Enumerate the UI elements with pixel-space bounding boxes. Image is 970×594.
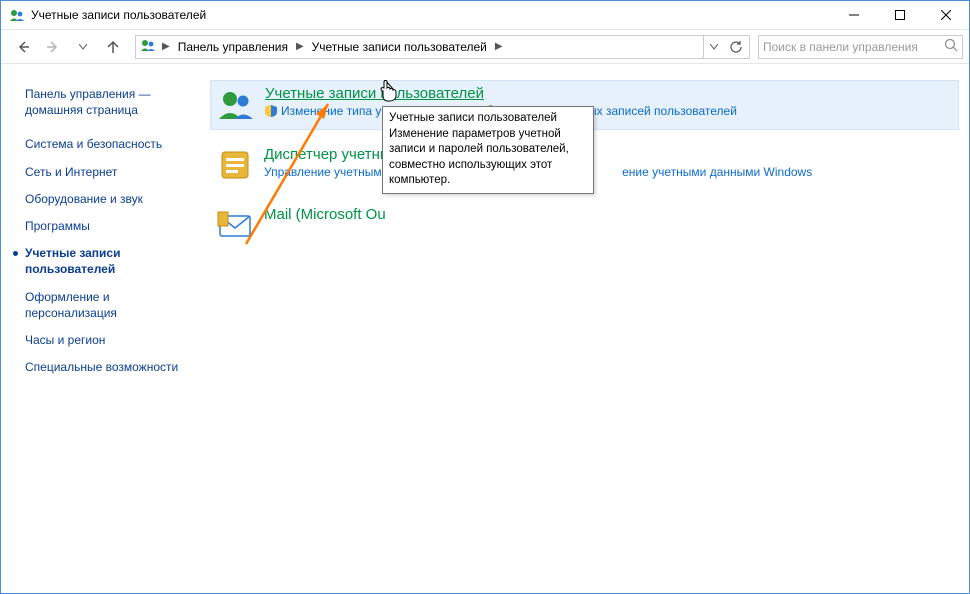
maximize-button[interactable] xyxy=(877,1,923,29)
tooltip-body: Изменение параметров учетной записи и па… xyxy=(389,127,587,189)
category-title[interactable]: Учетные записи пользователей xyxy=(265,85,952,102)
breadcrumb-control-panel[interactable]: Панель управления xyxy=(176,40,290,54)
sidebar-item-programs[interactable]: Программы xyxy=(25,218,196,234)
user-accounts-large-icon xyxy=(217,85,255,123)
back-button[interactable] xyxy=(9,33,37,61)
refresh-button[interactable] xyxy=(723,36,749,58)
category-title[interactable]: Диспетчер учетнь xyxy=(264,146,953,163)
content: Учетные записи пользователей Изменение т… xyxy=(206,64,969,593)
window: Учетные записи пользователей xyxy=(0,0,970,594)
sidebar-item-clock[interactable]: Часы и регион xyxy=(25,332,196,348)
history-dropdown[interactable] xyxy=(69,33,97,61)
sidebar-item-network[interactable]: Сеть и Интернет xyxy=(25,164,196,180)
sidebar-item-accounts[interactable]: Учетные записи пользователей xyxy=(13,245,196,277)
forward-button[interactable] xyxy=(39,33,67,61)
tooltip: Учетные записи пользователей Изменение п… xyxy=(382,106,594,194)
navbar: ▶ Панель управления ▶ Учетные записи пол… xyxy=(1,30,969,64)
address-bar[interactable]: ▶ Панель управления ▶ Учетные записи пол… xyxy=(135,35,750,59)
window-controls xyxy=(831,1,969,29)
sidebar-item-hardware[interactable]: Оборудование и звук xyxy=(25,191,196,207)
sidebar-active-label: Учетные записи пользователей xyxy=(25,245,196,277)
sidebar-item-system[interactable]: Система и безопасность xyxy=(25,136,196,152)
address-icon xyxy=(140,37,156,56)
body: Панель управления — домашняя страница Си… xyxy=(1,64,969,593)
category-title[interactable]: Mail (Microsoft Ou xyxy=(264,206,953,223)
sidebar-home-link[interactable]: Панель управления — домашняя страница xyxy=(25,86,196,118)
minimize-button[interactable] xyxy=(831,1,877,29)
close-button[interactable] xyxy=(923,1,969,29)
window-title: Учетные записи пользователей xyxy=(31,8,831,22)
titlebar: Учетные записи пользователей xyxy=(1,1,969,30)
sublink-label: ение учетными данными Windows xyxy=(622,165,812,179)
shield-icon xyxy=(265,105,277,117)
bullet-icon xyxy=(13,251,18,256)
search-icon xyxy=(944,38,958,55)
sidebar-item-accessibility[interactable]: Специальные возможности xyxy=(25,359,196,375)
mail-icon xyxy=(216,206,254,244)
chevron-right-icon[interactable]: ▶ xyxy=(294,41,306,52)
user-accounts-icon xyxy=(9,7,25,23)
search-input[interactable] xyxy=(763,40,940,54)
chevron-right-icon[interactable]: ▶ xyxy=(493,41,505,52)
tooltip-title: Учетные записи пользователей xyxy=(389,111,587,127)
sidebar: Панель управления — домашняя страница Си… xyxy=(1,64,206,593)
up-button[interactable] xyxy=(99,33,127,61)
sidebar-item-appearance[interactable]: Оформление и персонализация xyxy=(25,289,196,321)
breadcrumb-user-accounts[interactable]: Учетные записи пользователей xyxy=(310,40,489,54)
chevron-right-icon[interactable]: ▶ xyxy=(160,41,172,52)
search-box[interactable] xyxy=(758,35,963,59)
address-dropdown[interactable] xyxy=(703,36,723,58)
category-mail[interactable]: Mail (Microsoft Ou xyxy=(210,202,959,250)
credential-manager-icon xyxy=(216,146,254,184)
sublink-windows-credentials[interactable]: ение учетными данными Windows xyxy=(622,165,812,179)
